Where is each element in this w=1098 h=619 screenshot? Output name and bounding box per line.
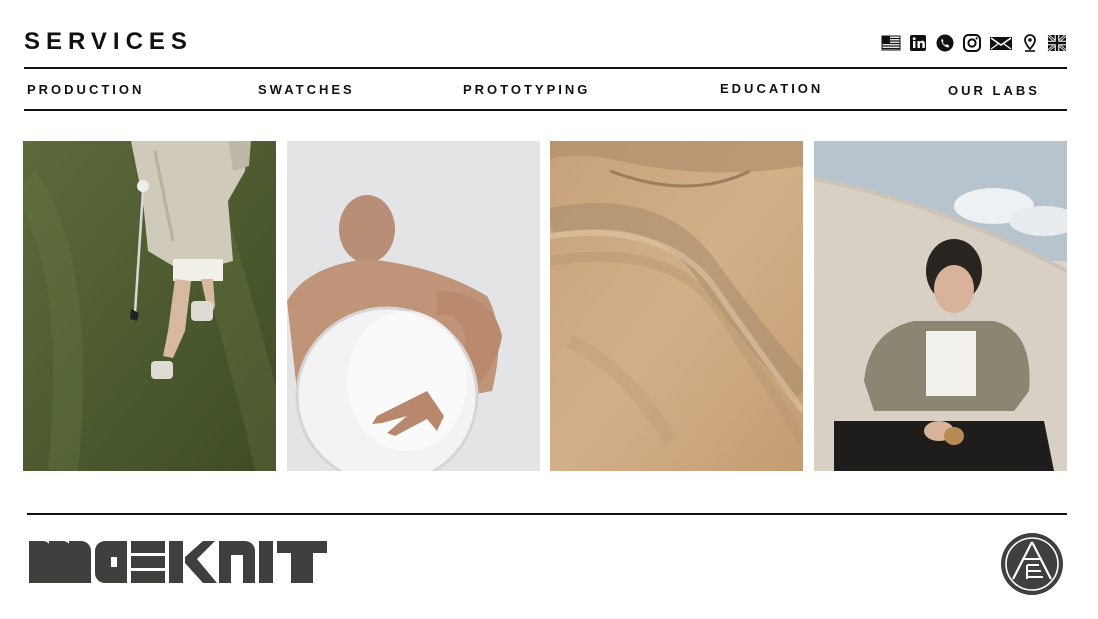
mail-icon[interactable] <box>989 33 1013 53</box>
header-divider-bottom <box>24 109 1067 111</box>
phone-icon[interactable] <box>935 33 955 53</box>
maeknit-logo[interactable] <box>29 541 327 583</box>
gallery-image-sandstone[interactable] <box>550 141 803 471</box>
nav-item-our-labs[interactable]: OUR LABS <box>948 83 1040 98</box>
us-flag-icon[interactable] <box>881 33 901 53</box>
header-icon-bar <box>881 33 1067 53</box>
main-nav: PRODUCTION SWATCHES PROTOTYPING EDUCATIO… <box>24 68 1067 109</box>
instagram-icon[interactable] <box>962 33 982 53</box>
nav-item-production[interactable]: PRODUCTION <box>27 82 144 97</box>
footer-divider <box>27 513 1067 515</box>
gallery-image-golf-walker[interactable] <box>23 141 276 471</box>
uk-flag-icon[interactable] <box>1047 33 1067 53</box>
nav-item-education[interactable]: EDUCATION <box>720 81 823 96</box>
circular-emblem-icon[interactable] <box>999 531 1065 597</box>
linkedin-icon[interactable] <box>908 33 928 53</box>
gallery-image-mirror-man[interactable] <box>287 141 540 471</box>
location-pin-icon[interactable] <box>1020 33 1040 53</box>
page-title: SERVICES <box>24 28 193 55</box>
nav-item-swatches[interactable]: SWATCHES <box>258 82 355 97</box>
nav-item-prototyping[interactable]: PROTOTYPING <box>463 82 590 97</box>
gallery-image-dune-man[interactable] <box>814 141 1067 471</box>
